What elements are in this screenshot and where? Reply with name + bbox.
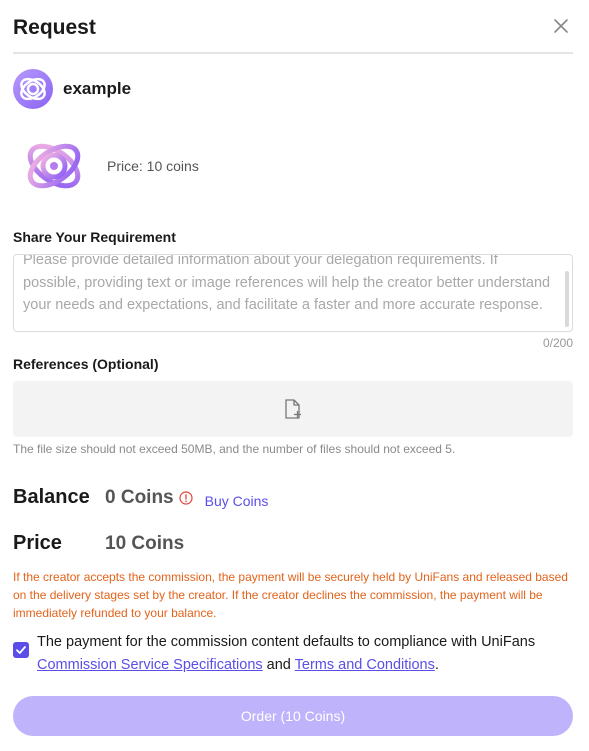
atom-logo-icon xyxy=(20,77,46,101)
agreement-text-after: . xyxy=(434,657,439,673)
creator-info: example xyxy=(13,69,131,109)
agreement-text: The payment for the commission content d… xyxy=(37,631,573,677)
price-value: 10 Coins xyxy=(105,532,185,554)
terms-link[interactable]: Terms and Conditions xyxy=(295,657,435,673)
order-button[interactable]: Order (10 Coins) xyxy=(13,696,573,736)
check-icon xyxy=(16,646,26,654)
textarea-scrollbar[interactable] xyxy=(565,271,569,327)
agreement-checkbox[interactable] xyxy=(13,642,29,658)
close-button[interactable] xyxy=(551,16,571,36)
requirement-textarea[interactable]: Please provide detailed information abou… xyxy=(13,254,573,332)
upload-dropzone[interactable] xyxy=(13,381,573,437)
price-row: Price 10 Coins xyxy=(13,532,184,555)
agreement-text-before: The payment for the commission content d… xyxy=(37,634,536,650)
creator-name[interactable]: example xyxy=(63,79,131,99)
requirement-placeholder: Please provide detailed information abou… xyxy=(23,254,551,313)
char-counter: 0/200 xyxy=(542,336,573,350)
avatar[interactable] xyxy=(13,69,53,109)
requirement-label: Share Your Requirement xyxy=(13,229,176,245)
product-price: Price: 10 coins xyxy=(107,158,199,174)
file-add-icon xyxy=(285,399,302,419)
balance-row: Balance 0 Coins Buy Coins xyxy=(13,486,268,509)
balance-value: 0 Coins xyxy=(105,486,174,508)
close-icon xyxy=(554,19,568,33)
modal-header: Request xyxy=(13,14,573,54)
payment-warning: If the creator accepts the commission, t… xyxy=(13,570,568,620)
modal-title: Request xyxy=(13,16,96,39)
commission-spec-link[interactable]: Commission Service Specifications xyxy=(37,657,263,673)
product-summary: Price: 10 coins xyxy=(20,132,199,200)
references-label: References (Optional) xyxy=(13,356,159,372)
product-logo-icon xyxy=(27,143,81,189)
buy-coins-link[interactable]: Buy Coins xyxy=(205,493,269,509)
price-label: Price xyxy=(13,532,62,554)
agreement-text-mid: and xyxy=(262,657,295,673)
upload-note: The file size should not exceed 50MB, an… xyxy=(13,442,456,456)
agreement: The payment for the commission content d… xyxy=(13,631,573,677)
info-icon[interactable] xyxy=(179,490,193,505)
balance-label: Balance xyxy=(13,486,90,508)
